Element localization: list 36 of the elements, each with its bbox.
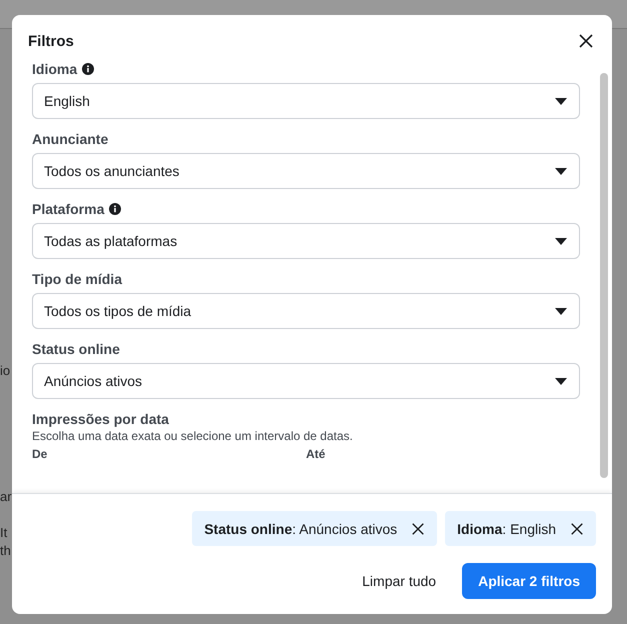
- close-icon: [578, 33, 594, 49]
- caret-icon: [555, 378, 567, 384]
- caret-icon: [555, 308, 567, 314]
- field-label: Status online: [32, 341, 120, 357]
- background-text: It: [0, 525, 8, 540]
- field-label: Tipo de mídia: [32, 271, 122, 287]
- close-icon: [570, 522, 584, 536]
- background-text: ar: [0, 489, 12, 504]
- dialog-title: Filtros: [28, 32, 74, 50]
- clear-all-button[interactable]: Limpar tudo: [360, 573, 438, 589]
- dropdown-select[interactable]: Todos os anunciantes: [32, 153, 580, 189]
- dropdown-select[interactable]: Anúncios ativos: [32, 363, 580, 399]
- chip-text: Status online: Anúncios ativos: [204, 520, 398, 536]
- chip-text: Idioma: English: [457, 520, 556, 536]
- caret-icon: [555, 98, 567, 104]
- close-icon: [411, 522, 426, 536]
- remove-button[interactable]: [570, 522, 584, 536]
- field-label: Impressões por data: [32, 411, 170, 427]
- remove-button[interactable]: [411, 522, 426, 536]
- caret-icon: [555, 168, 567, 174]
- caret-icon: [555, 238, 567, 244]
- dropdown-select[interactable]: English: [32, 83, 580, 119]
- field-label: Anunciante: [32, 131, 108, 147]
- field-label: De: [32, 447, 48, 461]
- info-icon: [109, 203, 122, 215]
- field-label: Até: [306, 447, 326, 461]
- dropdown-select[interactable]: Todos os tipos de mídia: [32, 293, 580, 329]
- field-label: Plataforma: [32, 201, 104, 217]
- background-text: th: [0, 543, 11, 558]
- field-label: Idioma: [32, 61, 78, 77]
- dropdown-select[interactable]: Todas as plataformas: [32, 223, 580, 259]
- hint-text: Escolha uma data exata ou selecione um intervalo de datas.: [32, 429, 354, 443]
- scrollbar[interactable]: [600, 73, 608, 478]
- background-text: io: [0, 363, 10, 378]
- info-icon: [82, 63, 94, 75]
- apply-filters-button[interactable]: Aplicar 2 filtros: [462, 563, 596, 599]
